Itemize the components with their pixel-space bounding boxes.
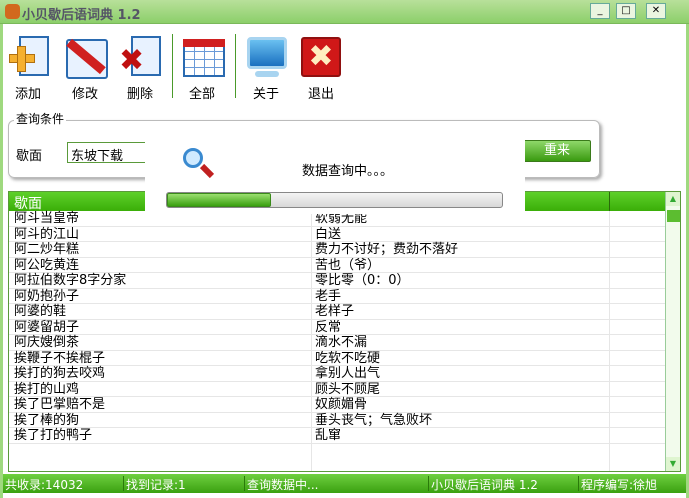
- cell-question: 阿斗的江山: [14, 226, 80, 242]
- cell-answer: 顾头不顾尾: [315, 381, 381, 397]
- progress-fill: [167, 193, 271, 207]
- cell-question: 阿婆的鞋: [14, 304, 67, 319]
- table-row[interactable]: 挨了打的鸭子 乱窜: [9, 428, 680, 444]
- search-input[interactable]: 东坡下载: [67, 142, 157, 164]
- table-row[interactable]: 阿斗的江山 白送: [9, 226, 680, 242]
- field-label: 歇面: [16, 149, 43, 164]
- toolbar-separator: [172, 34, 173, 98]
- status-bar: 共收录:14032 找到记录:1 查询数据中... 小贝歇后语词典 1.2 程序…: [3, 474, 686, 493]
- exit-icon: ✖: [300, 36, 342, 78]
- monitor-icon: [245, 36, 287, 78]
- cell-answer: 反常: [315, 319, 342, 335]
- vertical-scrollbar[interactable]: ▲ ▼: [665, 192, 680, 471]
- table-row[interactable]: 阿婆留胡子 反常: [9, 319, 680, 335]
- table-row[interactable]: 阿奶抱孙子 老手: [9, 288, 680, 304]
- scroll-down-icon[interactable]: ▼: [666, 457, 680, 471]
- loading-message: 数据查询中。。。: [302, 164, 394, 179]
- cell-question: 挨了打的鸭子: [14, 428, 93, 443]
- cell-question: 阿奶抱孙子: [14, 288, 80, 304]
- cell-question: 阿婆留胡子: [14, 319, 80, 335]
- status-total: 共收录:14032: [5, 478, 84, 492]
- table-row[interactable]: 挨了棒的狗 垂头丧气；气急败坏: [9, 412, 680, 428]
- cell-answer: 费力不讨好；费劲不落好: [315, 242, 459, 257]
- table-row[interactable]: 阿公吃黄连 苦也（爷）: [9, 257, 680, 273]
- cell-question: 阿庆嫂倒茶: [14, 335, 80, 350]
- scroll-thumb[interactable]: [667, 210, 680, 222]
- progress-bar: [166, 192, 503, 208]
- cell-question: 阿二炒年糕: [14, 242, 80, 257]
- cell-question: 阿斗当皇帝: [14, 211, 80, 226]
- cell-answer: 垂头丧气；气急败坏: [315, 412, 433, 428]
- all-button[interactable]: 全部: [177, 36, 227, 102]
- close-button[interactable]: ✕: [646, 3, 666, 19]
- cell-question: 挨打的狗去咬鸡: [14, 366, 106, 381]
- loading-dialog: 数据查询中。。。: [145, 122, 525, 214]
- magnifier-icon: [183, 148, 203, 168]
- delete-button[interactable]: ✖ 删除: [115, 36, 165, 102]
- table-row[interactable]: 挨打的狗去咬鸡 拿别人出气: [9, 366, 680, 382]
- status-message: 查询数据中...: [244, 476, 318, 492]
- cell-question: 挨打的山鸡: [14, 381, 80, 397]
- cell-question: 挨了巴掌赔不是: [14, 397, 106, 412]
- cell-answer: 苦也（爷）: [315, 257, 381, 273]
- query-group-label: 查询条件: [14, 110, 67, 127]
- table-row[interactable]: 挨了巴掌赔不是 奴颜媚骨: [9, 397, 680, 413]
- table-row[interactable]: 阿庆嫂倒茶 滴水不漏: [9, 335, 680, 351]
- cell-answer: 老样子: [315, 304, 355, 319]
- cell-question: 阿公吃黄连: [14, 257, 80, 273]
- cell-question: 挨了棒的狗: [14, 412, 80, 428]
- about-button[interactable]: 关于: [241, 36, 291, 102]
- table-row[interactable]: 阿二炒年糕 费力不讨好；费劲不落好: [9, 242, 680, 258]
- table-row[interactable]: 挨鞭子不挨棍子 吃软不吃硬: [9, 350, 680, 366]
- exit-button[interactable]: ✖ 退出: [296, 36, 346, 102]
- cell-answer: 老手: [315, 288, 342, 304]
- table-row[interactable]: 挨打的山鸡 顾头不顾尾: [9, 381, 680, 397]
- add-button[interactable]: 添加: [3, 36, 53, 102]
- app-icon: [5, 4, 20, 19]
- toolbar-separator: [235, 34, 236, 98]
- title-bar: 小贝歇后语词典 1.2 _ □ ✕: [0, 0, 689, 24]
- cell-answer: 奴颜媚骨: [315, 397, 368, 412]
- table-icon: [181, 36, 225, 78]
- magnifier-handle: [199, 163, 215, 179]
- cell-question: 挨鞭子不挨棍子: [14, 350, 106, 366]
- minimize-button[interactable]: _: [590, 3, 610, 19]
- column-header-question[interactable]: 歇面: [14, 193, 42, 213]
- cell-answer: 白送: [315, 226, 342, 242]
- window-title: 小贝歇后语词典 1.2: [22, 8, 141, 23]
- maximize-button[interactable]: □: [616, 3, 636, 19]
- reset-button[interactable]: 重来: [523, 140, 591, 162]
- results-table: 歇面 阿斗当皇帝 软弱无能 阿斗的江山 白送 阿二炒年糕 费力不讨好；费劲不落好 阿公吃黄连…: [8, 191, 681, 472]
- table-row[interactable]: 阿拉伯数字8字分家 零比零（0：0）: [9, 273, 680, 289]
- add-icon: [7, 36, 49, 78]
- delete-icon: ✖: [119, 36, 161, 78]
- cell-answer: 拿别人出气: [315, 366, 381, 381]
- cell-answer: 滴水不漏: [315, 335, 368, 350]
- cell-answer: 乱窜: [315, 428, 342, 443]
- edit-button[interactable]: 修改: [60, 36, 110, 102]
- table-row[interactable]: 阿婆的鞋 老样子: [9, 304, 680, 320]
- scroll-up-icon[interactable]: ▲: [666, 192, 680, 206]
- cell-answer: 零比零（0：0）: [315, 273, 410, 288]
- edit-icon: [64, 36, 108, 79]
- status-author: 程序编写:徐旭: [578, 476, 657, 492]
- cell-question: 阿拉伯数字8字分家: [14, 273, 127, 288]
- status-found: 找到记录:1: [123, 476, 186, 492]
- cell-answer: 吃软不吃硬: [315, 350, 381, 366]
- status-app: 小贝歇后语词典 1.2: [428, 476, 538, 492]
